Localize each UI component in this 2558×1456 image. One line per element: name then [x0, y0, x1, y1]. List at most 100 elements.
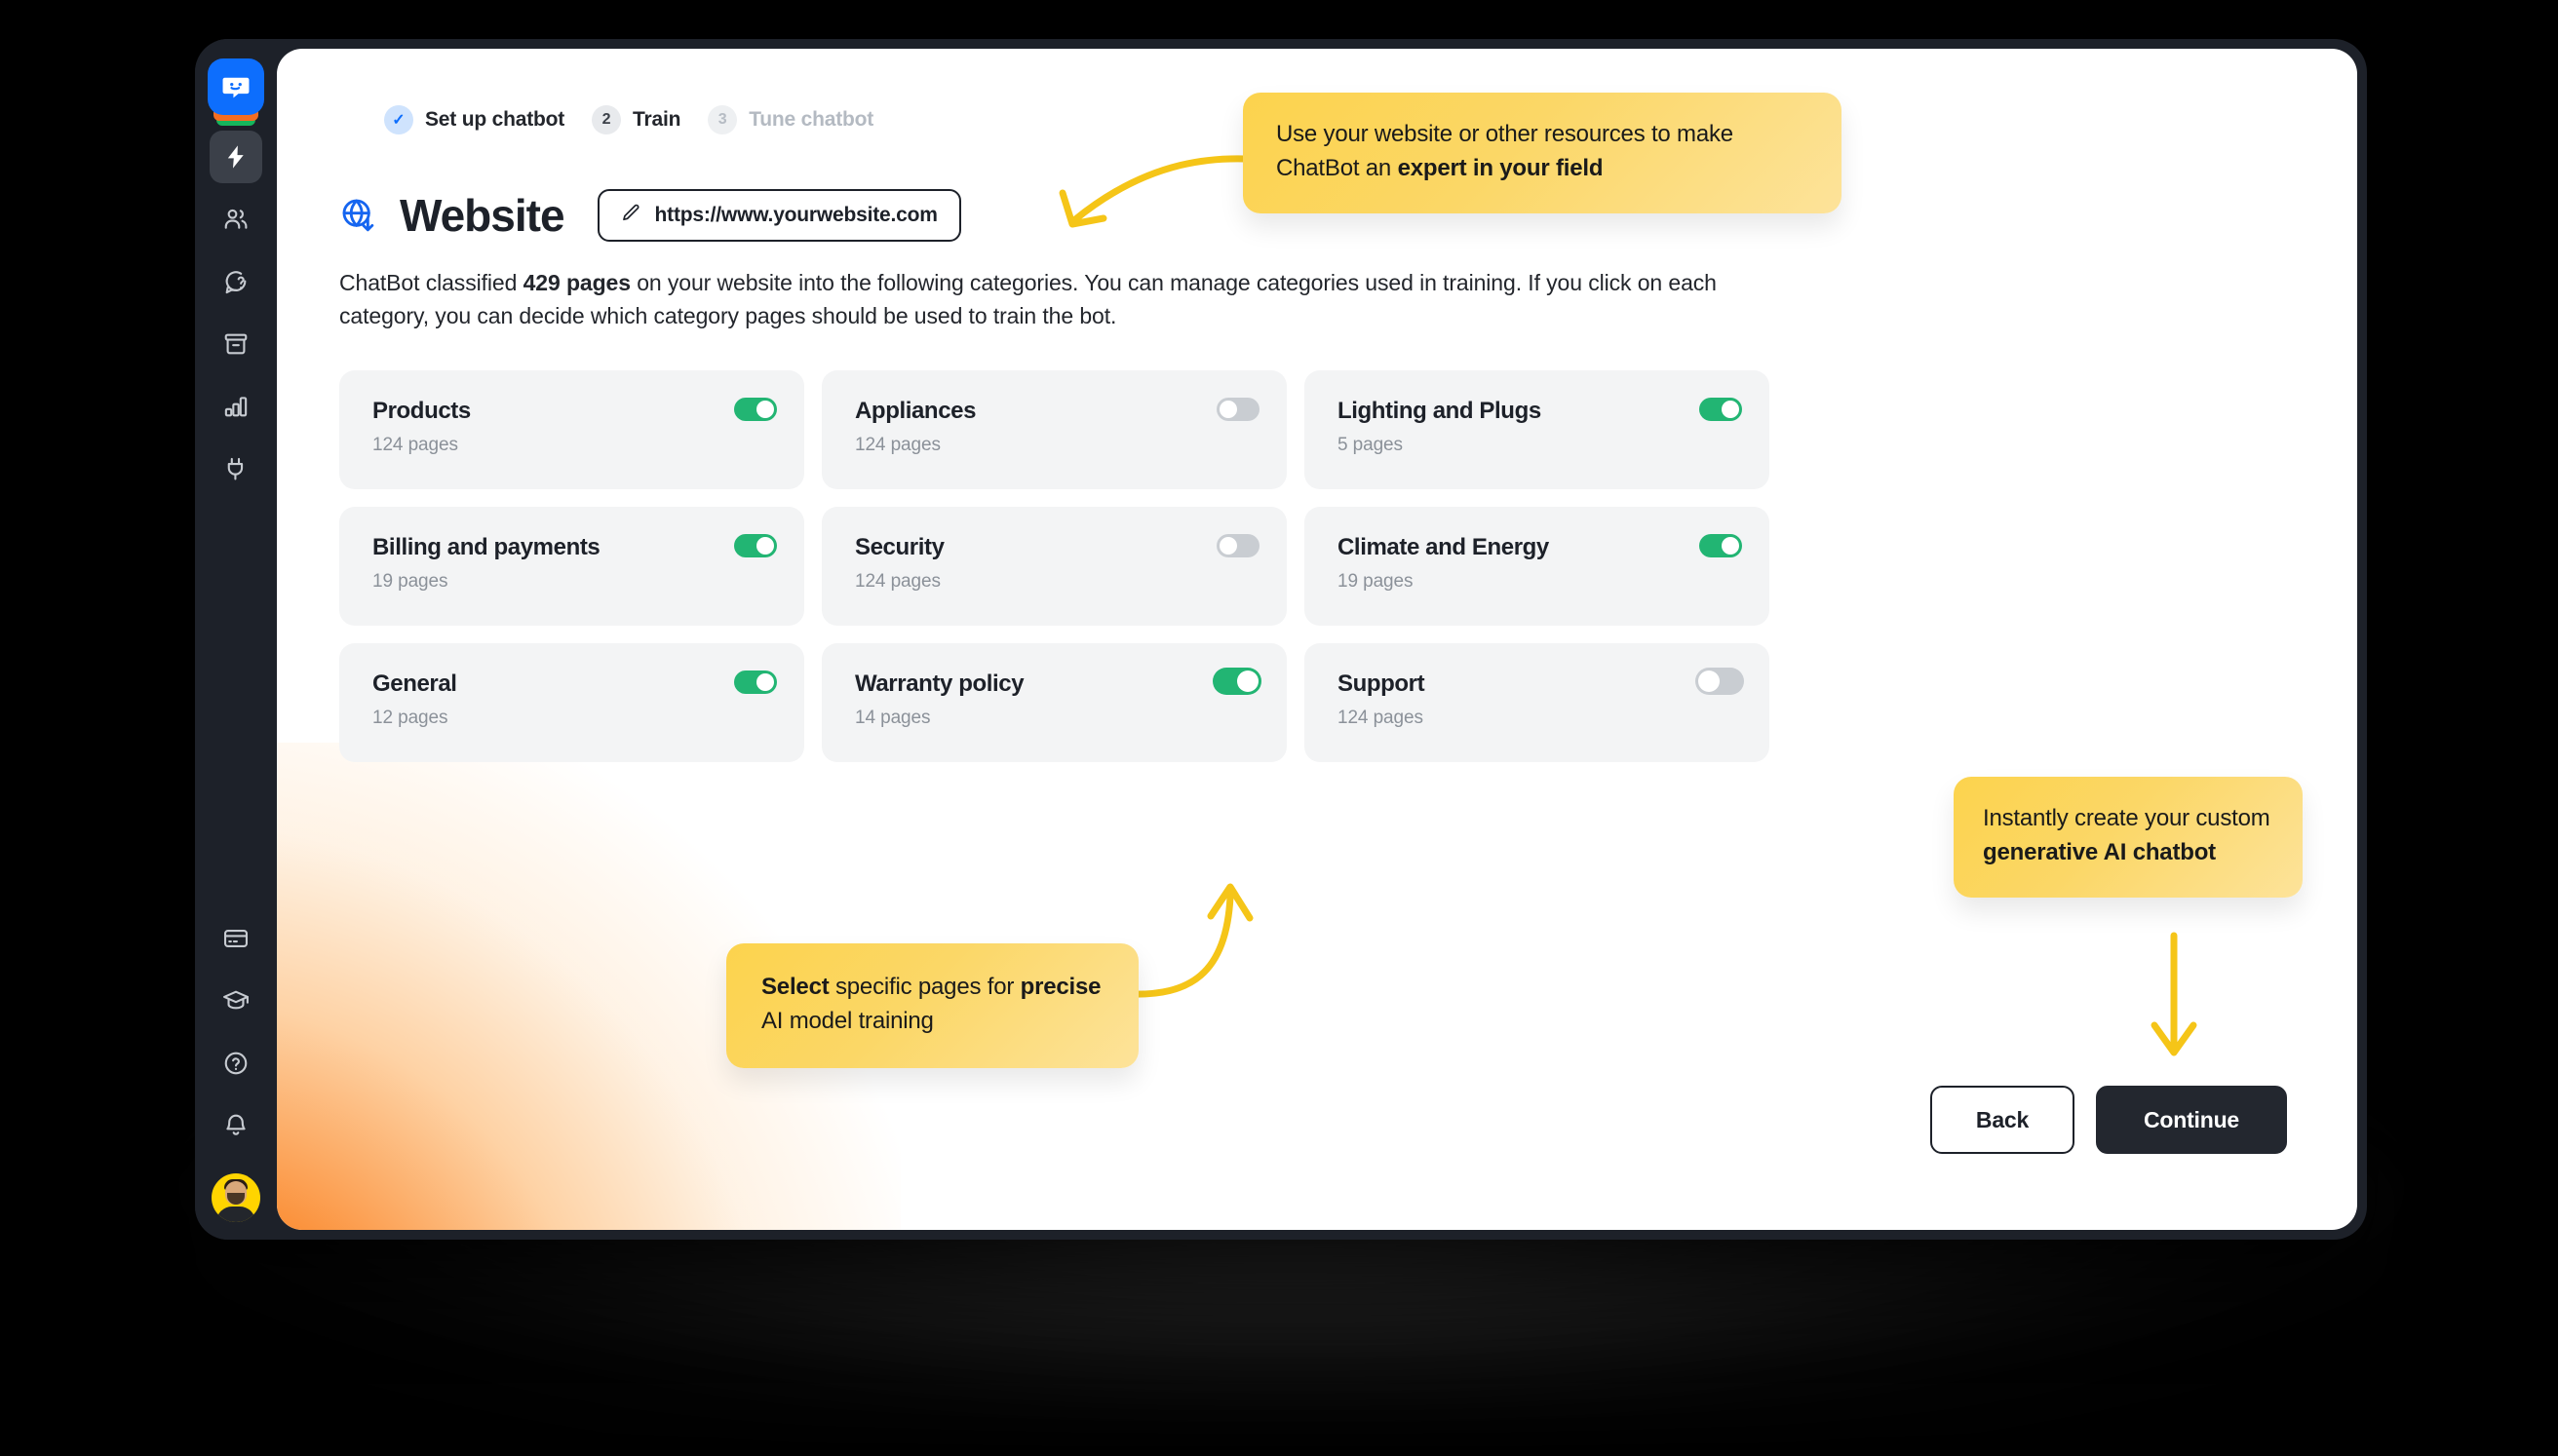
toggle-knob — [1722, 536, 1739, 555]
category-name: Billing and payments — [372, 533, 601, 560]
main-panel: ✓ Set up chatbot 2 Train 3 Tune chatbot — [277, 49, 2357, 1230]
category-card[interactable]: Support 124 pages — [1304, 642, 1769, 762]
people-icon — [222, 206, 250, 233]
footer-actions: Back Continue — [1930, 1086, 2287, 1154]
sidebar-item-help[interactable] — [210, 1037, 262, 1090]
continue-button[interactable]: Continue — [2096, 1086, 2287, 1154]
pencil-icon — [621, 203, 641, 228]
step-train[interactable]: 2 Train — [592, 105, 680, 134]
toggle-knob — [1237, 670, 1259, 692]
question-circle-icon — [222, 1050, 250, 1077]
category-name: Support — [1337, 670, 1425, 697]
toggle-knob — [756, 400, 774, 418]
back-button[interactable]: Back — [1930, 1086, 2074, 1154]
chat-question-icon — [222, 268, 250, 295]
step-tune-chatbot[interactable]: 3 Tune chatbot — [708, 105, 873, 134]
graduation-cap-icon — [222, 987, 250, 1015]
category-page-count: 5 pages — [1337, 434, 1403, 455]
sidebar-item-chats[interactable] — [210, 255, 262, 308]
sidebar — [195, 39, 277, 1240]
sidebar-item-billing[interactable] — [210, 912, 262, 965]
step-label-2: Train — [633, 108, 681, 131]
category-page-count: 124 pages — [372, 434, 458, 455]
sidebar-item-integrations[interactable] — [210, 442, 262, 495]
callout-top-text: Use your website or other resources to m… — [1276, 118, 1810, 186]
sidebar-item-archives[interactable] — [210, 318, 262, 370]
sidebar-item-notifications[interactable] — [210, 1099, 262, 1152]
step-label-3: Tune chatbot — [749, 108, 874, 131]
desc-part1: ChatBot classified — [339, 270, 523, 295]
category-page-count: 14 pages — [855, 707, 931, 728]
category-toggle[interactable] — [734, 533, 777, 557]
toggle-knob — [756, 672, 774, 691]
category-grid: Products 124 pages Appliances 124 pages Ligh… — [339, 369, 1775, 762]
callout-select-pages: Select specific pages for precise AI mod… — [726, 943, 1139, 1068]
sidebar-item-reports[interactable] — [210, 380, 262, 433]
sidebar-item-contacts[interactable] — [210, 193, 262, 246]
callout-select-text: Select specific pages for precise AI mod… — [761, 971, 1107, 1039]
website-url-value: https://www.yourwebsite.com — [654, 204, 938, 226]
category-card[interactable]: Appliances 124 pages — [822, 369, 1287, 489]
lightning-bolt-icon — [222, 143, 250, 171]
category-card[interactable]: General 12 pages — [339, 642, 804, 762]
callout-select-bold1: Select — [761, 974, 830, 1000]
category-name: Security — [855, 533, 945, 560]
toggle-knob — [756, 536, 774, 555]
category-card[interactable]: Warranty policy 14 pages — [822, 642, 1287, 762]
panel-content: ✓ Set up chatbot 2 Train 3 Tune chatbot — [277, 49, 2357, 1230]
category-toggle[interactable] — [1699, 533, 1742, 557]
category-toggle[interactable] — [1213, 667, 1261, 695]
category-page-count: 124 pages — [855, 570, 941, 592]
toggle-knob — [1220, 536, 1237, 555]
website-url-input[interactable]: https://www.yourwebsite.com — [597, 189, 961, 242]
category-card[interactable]: Climate and Energy 19 pages — [1304, 506, 1769, 626]
toggle-knob — [1722, 400, 1739, 418]
category-toggle[interactable] — [734, 670, 777, 694]
step-badge-current: 2 — [592, 105, 622, 134]
category-page-count: 19 pages — [1337, 570, 1414, 592]
category-name: Lighting and Plugs — [1337, 397, 1541, 424]
category-page-count: 12 pages — [372, 707, 448, 728]
globe-download-icon — [339, 196, 378, 235]
bar-chart-icon — [222, 393, 250, 420]
category-name: Products — [372, 397, 471, 424]
category-page-count: 124 pages — [855, 434, 941, 455]
plug-icon — [222, 455, 250, 482]
callout-instant-text: Instantly create your custom generative … — [1983, 802, 2273, 870]
category-card[interactable]: Billing and payments 19 pages — [339, 506, 804, 626]
desc-highlight: 429 pages — [523, 270, 631, 295]
screenshot-stage: ✓ Set up chatbot 2 Train 3 Tune chatbot — [0, 0, 2558, 1456]
avatar-body — [216, 1207, 255, 1222]
callout-top: Use your website or other resources to m… — [1243, 93, 1841, 213]
callout-top-bold: expert in your field — [1397, 154, 1604, 181]
category-name: Appliances — [855, 397, 977, 424]
step-set-up-chatbot[interactable]: ✓ Set up chatbot — [384, 105, 564, 134]
page-description: ChatBot classified 429 pages on your web… — [339, 267, 1724, 333]
category-card[interactable]: Lighting and Plugs 5 pages — [1304, 369, 1769, 489]
sidebar-item-automation[interactable] — [210, 131, 262, 183]
chatbot-logo-icon[interactable] — [208, 58, 264, 115]
toggle-knob — [1698, 670, 1720, 692]
category-toggle[interactable] — [1695, 667, 1744, 695]
sidebar-item-academy[interactable] — [210, 975, 262, 1027]
category-toggle[interactable] — [734, 397, 777, 421]
user-avatar[interactable] — [212, 1173, 260, 1222]
category-toggle[interactable] — [1217, 533, 1260, 557]
step-badge-done: ✓ — [384, 105, 413, 134]
chatbot-logo[interactable] — [208, 58, 264, 126]
toggle-knob — [1220, 400, 1237, 418]
category-card[interactable]: Security 124 pages — [822, 506, 1287, 626]
category-name: General — [372, 670, 457, 697]
category-page-count: 19 pages — [372, 570, 448, 592]
page-title: Website — [400, 190, 565, 241]
credit-card-icon — [222, 925, 250, 952]
category-name: Warranty policy — [855, 670, 1025, 697]
step-badge-next: 3 — [708, 105, 738, 134]
category-card[interactable]: Products 124 pages — [339, 369, 804, 489]
category-name: Climate and Energy — [1337, 533, 1549, 560]
archive-box-icon — [222, 330, 250, 358]
category-page-count: 124 pages — [1337, 707, 1423, 728]
category-toggle[interactable] — [1217, 397, 1260, 421]
category-toggle[interactable] — [1699, 397, 1742, 421]
callout-select-part1: specific pages for — [829, 974, 1021, 1000]
